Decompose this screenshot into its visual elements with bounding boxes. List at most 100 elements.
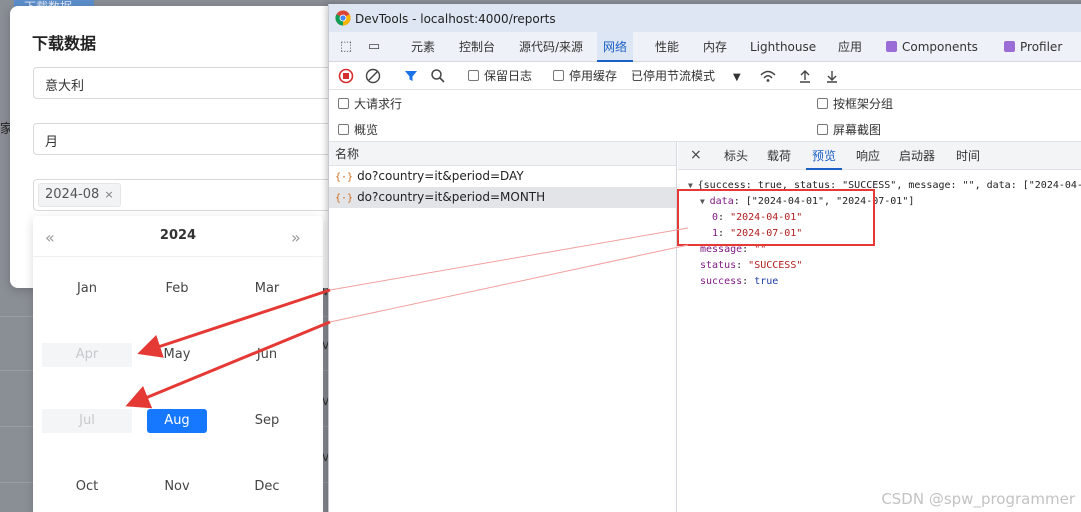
json-value: true	[754, 276, 779, 287]
preserve-log-checkbox[interactable]: 保留日志	[468, 68, 532, 84]
double-chevron-right-icon[interactable]: »	[291, 228, 301, 247]
upload-icon[interactable]	[797, 68, 813, 84]
period-select[interactable]: 月	[33, 123, 353, 155]
month-cell: Jul	[42, 409, 132, 433]
month-cell[interactable]: Mar	[222, 277, 312, 301]
month-cell[interactable]: Dec	[222, 475, 312, 499]
month-multi-select[interactable]: 2024-08 ×	[33, 179, 353, 211]
devtools-tab[interactable]: 源代码/来源	[513, 32, 589, 62]
json-success: success: true	[700, 276, 779, 287]
clear-icon[interactable]	[365, 68, 381, 84]
overview-checkbox[interactable]: 概览	[338, 122, 378, 138]
detail-tab[interactable]: 预览	[806, 142, 843, 170]
devtools-tab[interactable]: 应用	[832, 32, 868, 62]
inspect-element-icon[interactable]: ⬚	[338, 39, 354, 55]
screenshots-label: 屏幕截图	[833, 123, 882, 137]
devtools-tab[interactable]: Components	[880, 32, 984, 62]
json-value: "SUCCESS"	[748, 260, 803, 271]
network-settings: 大请求行 按框架分组 概览 屏幕截图	[329, 90, 1081, 142]
devtools-tab[interactable]: 内存	[697, 32, 733, 62]
name-column-header[interactable]: 名称	[329, 142, 676, 166]
selected-month-tag-label: 2024-08	[45, 187, 100, 202]
devtools-tab-label: 元素	[411, 40, 436, 54]
xhr-icon: {·}	[335, 193, 354, 204]
xhr-icon: {·}	[335, 172, 354, 183]
request-row[interactable]: {·} do?country=it&period=MONTH	[329, 187, 676, 208]
device-toolbar-icon[interactable]: ▭	[366, 39, 382, 55]
record-stop-icon[interactable]	[338, 68, 354, 84]
preserve-log-label: 保留日志	[484, 69, 533, 83]
network-toolbar: 保留日志 停用缓存 已停用节流模式 ▼	[329, 62, 1081, 90]
request-name: do?country=it&period=DAY	[357, 169, 524, 183]
devtools-tab-label: Profiler	[1020, 40, 1063, 54]
devtools-tab[interactable]: 性能	[649, 32, 685, 62]
selected-month-tag: 2024-08 ×	[38, 183, 121, 207]
devtools-tab-label: 控制台	[459, 40, 496, 54]
disable-cache-label: 停用缓存	[569, 69, 618, 83]
devtools-title: DevTools - localhost:4000/reports	[355, 12, 556, 26]
month-cell[interactable]: Sep	[222, 409, 312, 433]
request-row[interactable]: {·} do?country=it&period=DAY	[329, 166, 676, 187]
dropdown-caret-icon: ▼	[733, 72, 741, 83]
chrome-logo-icon	[335, 10, 351, 26]
devtools-tab[interactable]: 网络	[597, 32, 634, 62]
big-request-rows-checkbox[interactable]: 大请求行	[338, 96, 402, 112]
devtools-tab[interactable]: 控制台	[453, 32, 501, 62]
json-key: status	[700, 260, 737, 271]
month-cell[interactable]: Jan	[42, 277, 132, 301]
devtools-tab-label: 应用	[838, 40, 863, 54]
devtools-tabbar: ⬚ ▭ 元素 控制台 源代码/来源 网络 性能 内存 Lighthouse 应用 Compone…	[329, 32, 1081, 62]
overview-label: 概览	[354, 123, 379, 137]
month-cell[interactable]: Feb	[132, 277, 222, 301]
detail-tab[interactable]: 启动器	[893, 142, 941, 170]
month-cell: Apr	[42, 343, 132, 367]
month-picker-dropdown: « 2024 » Jan Feb Mar Apr May Jun Jul Aug Sep Oct N…	[33, 216, 323, 512]
json-status: status: "SUCCESS"	[700, 260, 803, 271]
detail-tabbar: × 标头 载荷 预览 响应 启动器 时间	[678, 142, 1081, 170]
json-key: success	[700, 276, 743, 287]
devtools-tab-label: 网络	[603, 40, 628, 54]
devtools-window: DevTools - localhost:4000/reports ⬚ ▭ 元素…	[328, 4, 1081, 512]
detail-tab[interactable]: 响应	[850, 142, 886, 170]
devtools-titlebar: DevTools - localhost:4000/reports	[329, 4, 1081, 32]
country-select[interactable]: 意大利	[33, 67, 353, 99]
devtools-tab-label: 内存	[703, 40, 728, 54]
devtools-tab-label: Lighthouse	[750, 40, 817, 54]
detail-tab[interactable]: 时间	[950, 142, 986, 170]
detail-tab[interactable]: 载荷	[761, 142, 797, 170]
throttle-value: 已停用节流模式	[631, 69, 716, 83]
picker-divider	[33, 256, 323, 257]
watermark: CSDN @spw_programmer	[881, 490, 1075, 508]
big-request-rows-label: 大请求行	[354, 97, 403, 111]
download-icon[interactable]	[824, 68, 840, 84]
screenshots-checkbox[interactable]: 屏幕截图	[817, 122, 881, 138]
devtools-tab[interactable]: 元素	[405, 32, 441, 62]
devtools-tab[interactable]: Lighthouse	[744, 32, 822, 62]
picker-year[interactable]: 2024	[33, 228, 323, 243]
group-by-frame-checkbox[interactable]: 按框架分组	[817, 96, 893, 112]
network-conditions-icon[interactable]	[759, 68, 777, 84]
filter-icon[interactable]	[403, 68, 419, 84]
close-icon[interactable]: ×	[104, 188, 113, 201]
month-cell[interactable]: May	[132, 343, 222, 367]
month-cell[interactable]: Jun	[222, 343, 312, 367]
vue-devtools-icon	[1004, 41, 1015, 52]
country-select-value: 意大利	[45, 79, 85, 94]
request-name: do?country=it&period=MONTH	[357, 190, 546, 204]
search-icon[interactable]	[430, 68, 446, 84]
devtools-tab-label: 源代码/来源	[519, 40, 584, 54]
month-cell[interactable]: Nov	[132, 475, 222, 499]
close-icon[interactable]: ×	[690, 147, 702, 163]
vue-devtools-icon	[886, 41, 897, 52]
throttle-select[interactable]: 已停用节流模式 ▼	[631, 68, 741, 84]
detail-tab[interactable]: 标头	[718, 142, 754, 170]
disable-cache-checkbox[interactable]: 停用缓存	[553, 68, 617, 84]
month-cell[interactable]: Aug	[147, 409, 207, 433]
devtools-tab-label: 性能	[655, 40, 680, 54]
group-by-frame-label: 按框架分组	[833, 97, 894, 111]
month-cell[interactable]: Oct	[42, 475, 132, 499]
devtools-tab[interactable]: Profiler	[998, 32, 1068, 62]
request-list: 名称 {·} do?country=it&period=DAY {·} do?coun…	[329, 142, 677, 512]
devtools-tab-label: Components	[902, 40, 978, 54]
annotation-highlight-box	[677, 189, 875, 246]
